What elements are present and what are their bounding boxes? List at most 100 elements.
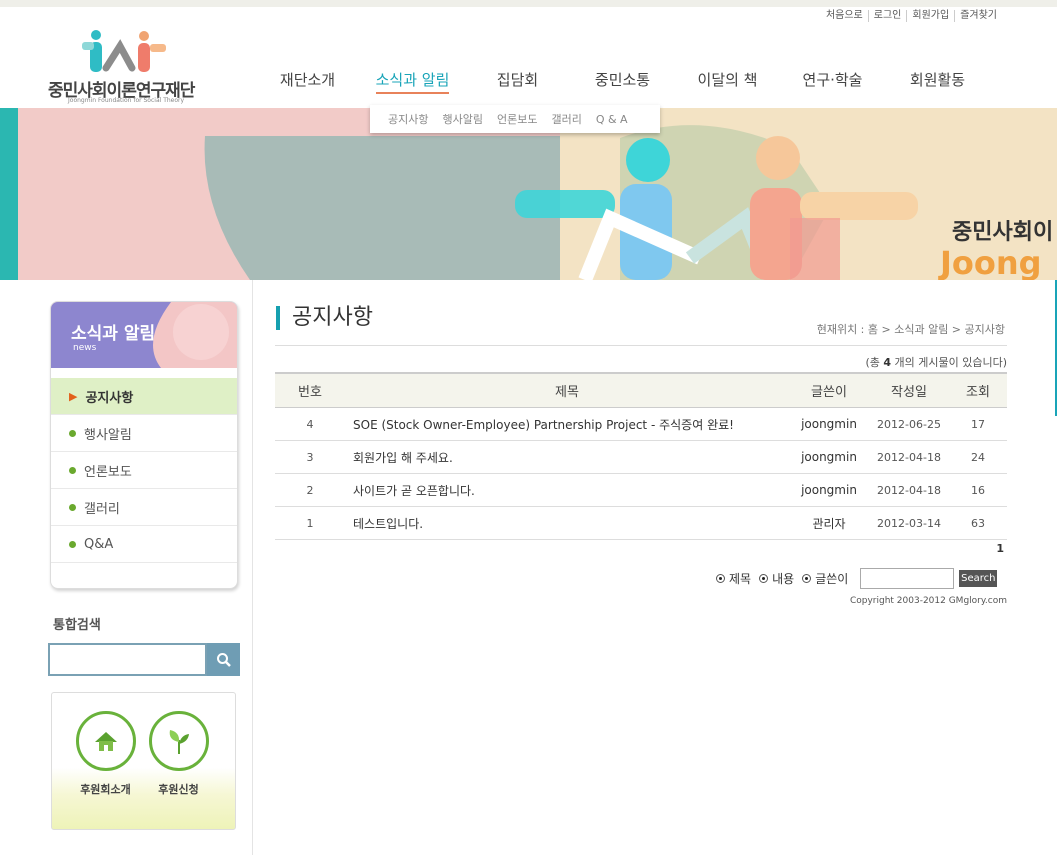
row-views: 16 (949, 473, 1007, 507)
subnav-gallery[interactable]: 갤러리 (551, 111, 581, 127)
nav-forum[interactable]: 집담회 (465, 69, 570, 90)
support-intro-link[interactable]: 후원회소개 (74, 711, 137, 797)
row-subject-link[interactable]: 사이트가 곧 오픈합니다. (345, 473, 789, 507)
left-menu-subtitle: news (73, 343, 97, 353)
table-row: 4 SOE (Stock Owner-Employee) Partnership… (275, 407, 1007, 441)
subnav-events[interactable]: 행사알림 (442, 111, 482, 127)
radio-icon (802, 574, 812, 583)
lnb-item-label: 갤러리 (84, 501, 120, 517)
support-apply-link[interactable]: 후원신청 (147, 711, 210, 797)
row-date: 2012-06-25 (869, 407, 949, 441)
row-num: 4 (275, 407, 345, 441)
left-menu: 소식과 알림 news ▶ 공지사항 행사알림 언론보도 갤러리 Q&A (50, 301, 238, 589)
post-count-prefix: (총 (865, 356, 884, 369)
row-date: 2012-04-18 (869, 473, 949, 507)
pagination-current[interactable]: 1 (996, 542, 1004, 555)
search-option-content[interactable]: 내용 (759, 570, 794, 587)
breadcrumb: 현재위치 : 홈 > 소식과 알림 > 공지사항 (816, 323, 1005, 336)
side-search-input[interactable] (48, 643, 207, 676)
side-search-button[interactable] (207, 643, 240, 676)
col-views: 조회 (949, 372, 1007, 408)
board-search-input[interactable] (860, 568, 955, 589)
left-menu-title: 소식과 알림 (71, 324, 156, 344)
row-num: 2 (275, 473, 345, 507)
page-title: 공지사항 (276, 306, 373, 330)
sub-navigation: 공지사항 행사알림 언론보도 갤러리 Q & A (370, 105, 660, 133)
utility-links: 처음으로 로그인 회원가입 즐겨찾기 (821, 10, 1002, 22)
post-count-number: 4 (883, 356, 892, 369)
title-divider (275, 345, 1007, 346)
row-date: 2012-04-18 (869, 440, 949, 474)
search-icon (216, 652, 231, 667)
home-link[interactable]: 처음으로 (821, 10, 868, 22)
option-label: 내용 (772, 572, 795, 586)
row-writer: joongmin (789, 473, 869, 507)
lnb-item-label: Q&A (84, 536, 114, 552)
sprout-icon (169, 730, 189, 754)
lnb-item-label: 행사알림 (84, 427, 132, 443)
top-strip (0, 0, 1057, 7)
subnav-press[interactable]: 언론보도 (497, 111, 537, 127)
col-subject: 제목 (345, 372, 789, 408)
side-search-title: 통합검색 (53, 618, 101, 633)
login-link[interactable]: 로그인 (867, 10, 907, 22)
banner-english-text: Joong (940, 244, 1042, 280)
lnb-item-qna[interactable]: Q&A (51, 526, 237, 563)
main-banner: 중민사회이 Joong (0, 108, 1057, 280)
banner-korean-text: 중민사회이 (952, 220, 1054, 245)
nav-book-of-month[interactable]: 이달의 책 (675, 69, 780, 90)
lnb-item-label: 언론보도 (84, 464, 132, 480)
left-menu-header: 소식과 알림 news (51, 302, 237, 368)
table-row: 1 테스트입니다. 관리자 2012-03-14 63 (275, 506, 1007, 540)
row-views: 17 (949, 407, 1007, 441)
subnav-qna[interactable]: Q & A (596, 113, 628, 126)
logo-english-name: Joongmin Foundation for Social Theory (68, 97, 185, 104)
nav-foundation[interactable]: 재단소개 (255, 69, 360, 90)
row-subject-link[interactable]: SOE (Stock Owner-Employee) Partnership P… (345, 407, 789, 441)
site-logo[interactable]: 중민사회이론연구재단 Joongmin Foundation for Socia… (48, 28, 198, 108)
search-option-subject[interactable]: 제목 (716, 570, 751, 587)
row-date: 2012-03-14 (869, 506, 949, 540)
col-date: 작성일 (869, 372, 949, 408)
row-num: 1 (275, 506, 345, 540)
jmf-logo-icon (82, 30, 166, 72)
support-intro-circle (75, 711, 136, 771)
row-subject-link[interactable]: 테스트입니다. (345, 506, 789, 540)
nav-news[interactable]: 소식과 알림 (360, 69, 465, 94)
row-views: 63 (949, 506, 1007, 540)
radio-icon (759, 574, 769, 583)
copyright: Copyright 2003-2012 GMglory.com (849, 596, 1007, 606)
support-apply-label: 후원신청 (158, 783, 199, 796)
bullet-icon (69, 540, 76, 548)
row-writer: 관리자 (789, 506, 869, 540)
house-icon (94, 732, 117, 751)
lnb-item-label: 공지사항 (85, 390, 134, 406)
lnb-item-press[interactable]: 언론보도 (51, 452, 237, 489)
bullet-icon (69, 466, 76, 474)
support-apply-circle (148, 711, 209, 771)
row-writer: joongmin (789, 440, 869, 474)
board-search-button[interactable]: Search (959, 570, 998, 587)
option-label: 제목 (729, 572, 752, 586)
row-num: 3 (275, 440, 345, 474)
lnb-item-events[interactable]: 행사알림 (51, 415, 237, 452)
nav-research[interactable]: 연구·학술 (780, 69, 885, 90)
arrow-right-icon: ▶ (69, 389, 78, 403)
support-intro-label: 후원회소개 (80, 783, 131, 796)
nav-communication[interactable]: 중민소통 (570, 69, 675, 90)
banner-artwork-icon (0, 108, 1057, 280)
search-option-writer[interactable]: 글쓴이 (802, 570, 848, 587)
support-banner: 후원회소개 후원신청 (51, 692, 236, 830)
row-subject-link[interactable]: 회원가입 해 주세요. (345, 440, 789, 474)
post-count: (총 4 개의 게시물이 있습니다) (865, 354, 1007, 370)
lnb-item-gallery[interactable]: 갤러리 (51, 489, 237, 526)
bookmark-link[interactable]: 즐겨찾기 (954, 10, 1002, 22)
subnav-notice[interactable]: 공지사항 (388, 111, 428, 127)
join-link[interactable]: 회원가입 (906, 10, 954, 22)
board-search: 제목 내용 글쓴이 Search (716, 568, 998, 589)
notice-table: 번호 제목 글쓴이 작성일 조회 4 SOE (Stock Owner-Empl… (275, 372, 1007, 540)
post-count-suffix: 개의 게시물이 있습니다) (891, 356, 1008, 369)
lnb-item-notice[interactable]: ▶ 공지사항 (51, 378, 237, 415)
bullet-icon (69, 503, 76, 511)
nav-members[interactable]: 회원활동 (885, 69, 990, 90)
